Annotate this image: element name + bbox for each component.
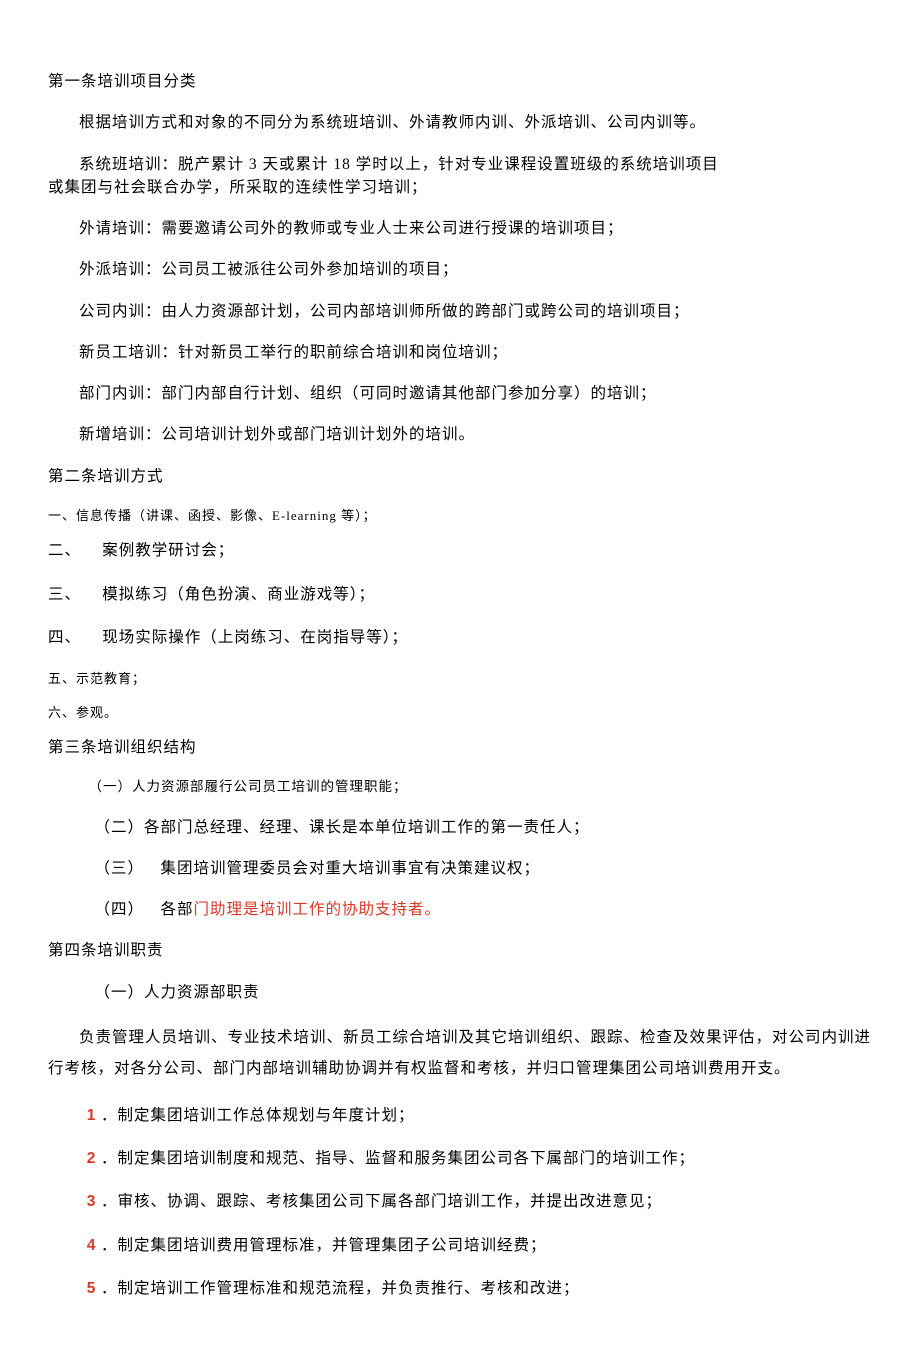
article-4-title: 第四条培训职责 [48, 939, 872, 962]
art4-body: 负责管理人员培训、专业技术培训、新员工综合培训及其它培训组织、跟踪、检查及效果评… [48, 1022, 872, 1084]
article-1-title: 第一条培训项目分类 [48, 70, 872, 93]
art4-list-4-idx: 4 [87, 1237, 97, 1254]
article-1-intro: 根据培训方式和对象的不同分为系统班培训、外请教师内训、外派培训、公司内训等。 [48, 111, 872, 134]
art4-list-5-text: ．制定培训工作管理标准和规范流程，并负责推行、考核和改进； [101, 1280, 580, 1297]
art2-item-1: 一、信息传播（讲课、函授、影像、E-learning 等）； [48, 506, 872, 526]
art4-list-1-idx: 1 [87, 1107, 97, 1124]
art4-list-1: 1．制定集团培训工作总体规划与年度计划； [48, 1104, 872, 1127]
article-2-title: 第二条培训方式 [48, 465, 872, 488]
art2-item-2: 二、案例教学研讨会； [48, 539, 872, 562]
art4-list-4-text: ．制定集团培训费用管理标准，并管理集团子公司培训经费； [101, 1237, 547, 1254]
art3-item-2: （二）各部门总经理、经理、课长是本单位培训工作的第一责任人； [48, 816, 872, 839]
art2-item-5: 五、示范教育； [48, 669, 872, 689]
sys-line2: 或集团与社会联合办学，所采取的连续性学习培训； [48, 179, 428, 196]
art3-item-4: （四） 各部门助理是培训工作的协助支持者。 [48, 898, 872, 921]
article-1-internal: 公司内训：由人力资源部计划，公司内部培训师所做的跨部门或跨公司的培训项目； [48, 300, 872, 323]
article-1-system-training: 系统班培训：脱产累计 3 天或累计 18 学时以上，针对专业课程设置班级的系统培… [48, 153, 872, 200]
art4-list-3-text: ．审核、协调、跟踪、考核集团公司下属各部门培训工作，并提出改进意见； [101, 1193, 662, 1210]
art4-list-2-idx: 2 [87, 1150, 97, 1167]
art4-list-2-text: ．制定集团培训制度和规范、指导、监督和服务集团公司各下属部门的培训工作； [101, 1150, 695, 1167]
art4-list-5-idx: 5 [87, 1280, 97, 1297]
article-1-outreq: 外请培训：需要邀请公司外的教师或专业人士来公司进行授课的培训项目； [48, 217, 872, 240]
article-1-outsend: 外派培训：公司员工被派往公司外参加培训的项目； [48, 258, 872, 281]
art3-item-3: （三） 集团培训管理委员会对重大培训事宜有决策建议权； [48, 857, 872, 880]
art2-item-3-text: 模拟练习（角色扮演、商业游戏等）； [102, 586, 375, 603]
art2-item-6: 六、参观。 [48, 703, 872, 723]
art2-item-3-num: 三、 [48, 583, 102, 606]
art2-item-4-text: 现场实际操作（上岗练习、在岗指导等）； [102, 629, 408, 646]
art4-list-3-idx: 3 [87, 1193, 97, 1210]
sys-line1: 系统班培训：脱产累计 3 天或累计 18 学时以上，针对专业课程设置班级的系统培… [48, 153, 872, 176]
art2-item-2-num: 二、 [48, 539, 102, 562]
art4-sub-title: （一）人力资源部职责 [48, 981, 872, 1004]
article-1-added: 新增培训：公司培训计划外或部门培训计划外的培训。 [48, 423, 872, 446]
article-1-dept: 部门内训：部门内部自行计划、组织（可同时邀请其他部门参加分享）的培训； [48, 382, 872, 405]
article-3-title: 第三条培训组织结构 [48, 736, 872, 759]
art4-list-5: 5．制定培训工作管理标准和规范流程，并负责推行、考核和改进； [48, 1277, 872, 1300]
art2-item-4-num: 四、 [48, 626, 102, 649]
art3-item-4-red: 门助理是培训工作的协助支持者。 [194, 901, 442, 918]
art4-list-2: 2．制定集团培训制度和规范、指导、监督和服务集团公司各下属部门的培训工作； [48, 1147, 872, 1170]
art4-list-1-text: ．制定集团培训工作总体规划与年度计划； [101, 1107, 415, 1124]
art4-list-4: 4．制定集团培训费用管理标准，并管理集团子公司培训经费； [48, 1234, 872, 1257]
art4-list-3: 3．审核、协调、跟踪、考核集团公司下属各部门培训工作，并提出改进意见； [48, 1190, 872, 1213]
article-1-newemp: 新员工培训：针对新员工举行的职前综合培训和岗位培训； [48, 341, 872, 364]
art2-item-4: 四、现场实际操作（上岗练习、在岗指导等）； [48, 626, 872, 649]
art2-item-3: 三、模拟练习（角色扮演、商业游戏等）； [48, 583, 872, 606]
art3-item-1: （一）人力资源部履行公司员工培训的管理职能； [48, 777, 872, 797]
art2-item-2-text: 案例教学研讨会； [102, 542, 234, 559]
art3-item-4-pre: （四） 各部 [95, 901, 194, 918]
